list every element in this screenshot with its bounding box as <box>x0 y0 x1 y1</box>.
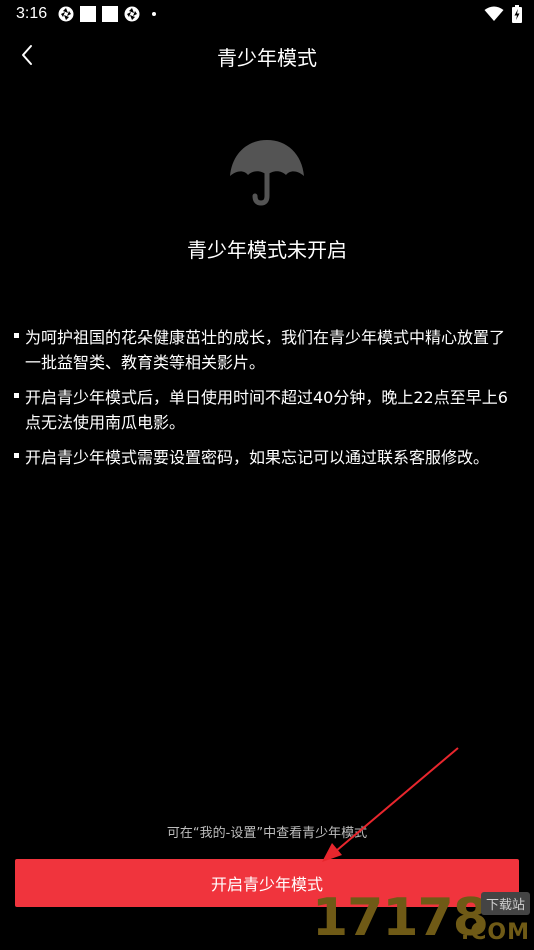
status-time: 3:16 <box>16 5 48 22</box>
status-bar: 3:16 <box>0 0 534 30</box>
rule-item: 开启青少年模式需要设置密码，如果忘记可以通过联系客服修改。 <box>14 445 518 470</box>
bullet-icon <box>14 333 19 338</box>
notification-square-icon <box>102 6 118 22</box>
aperture-icon <box>58 6 74 22</box>
rule-text: 为呵护祖国的花朵健康茁壮的成长，我们在青少年模式中精心放置了一批益智类、教育类等… <box>25 328 506 372</box>
aperture-icon <box>124 6 140 22</box>
mode-status-heading: 青少年模式未开启 <box>187 238 347 262</box>
notification-square-icon <box>80 6 96 22</box>
wifi-icon <box>484 6 504 21</box>
rule-item: 开启青少年模式后，单日使用时间不超过40分钟，晚上22点至早上6点无法使用南瓜电… <box>14 385 518 435</box>
open-teen-mode-button[interactable]: 开启青少年模式 <box>15 859 519 907</box>
more-notifications-dot-icon <box>152 12 156 16</box>
rule-text: 开启青少年模式需要设置密码，如果忘记可以通过联系客服修改。 <box>25 448 490 467</box>
nav-bar: 青少年模式 <box>0 30 534 80</box>
bullet-icon <box>14 393 19 398</box>
rules-list: 为呵护祖国的花朵健康茁壮的成长，我们在青少年模式中精心放置了一批益智类、教育类等… <box>14 325 518 480</box>
rule-item: 为呵护祖国的花朵健康茁壮的成长，我们在青少年模式中精心放置了一批益智类、教育类等… <box>14 325 518 375</box>
settings-hint: 可在“我的-设置”中查看青少年模式 <box>166 826 368 841</box>
battery-charging-icon <box>512 5 522 23</box>
bullet-icon <box>14 453 19 458</box>
rule-text: 开启青少年模式后，单日使用时间不超过40分钟，晚上22点至早上6点无法使用南瓜电… <box>25 388 508 432</box>
page-title: 青少年模式 <box>217 46 317 70</box>
watermark-domain: .COM <box>460 920 530 945</box>
system-icons <box>484 5 522 23</box>
notification-icons <box>58 6 156 22</box>
umbrella-icon <box>230 140 304 206</box>
